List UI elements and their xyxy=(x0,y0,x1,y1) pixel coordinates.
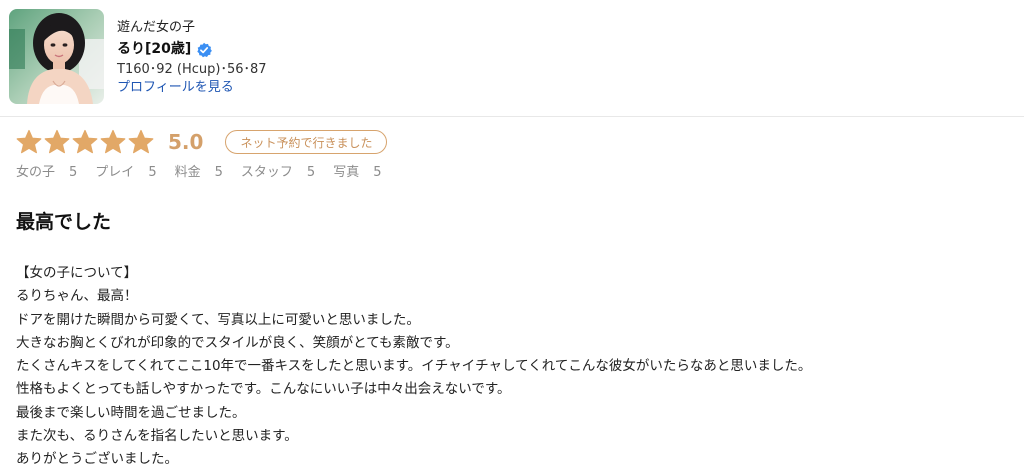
girl-avatar[interactable] xyxy=(9,9,104,104)
category-rating-value: 5 xyxy=(214,165,223,180)
review-line: 大きなお胸とくびれが印象的でスタイルが良く、笑顔がとても素敵です。 xyxy=(16,334,459,351)
category-rating-value: 5 xyxy=(373,165,382,180)
category-rating-label: プレイ xyxy=(95,165,135,180)
category-rating-label: 写真 xyxy=(333,165,360,180)
category-rating-label: スタッフ xyxy=(240,165,293,180)
review-line: また次も、るりさんを指名したいと思います。 xyxy=(16,428,298,445)
category-rating-value: 5 xyxy=(306,165,316,180)
booking-method-badge: ネット予約で行きました xyxy=(225,130,388,154)
review-line: るりちゃん、最高！ xyxy=(16,288,138,305)
avatar-photo xyxy=(9,9,104,104)
girl-name[interactable]: るり[20歳] xyxy=(117,41,191,58)
view-profile-link[interactable]: プロフィールを見る xyxy=(117,80,234,96)
review-line: 性格もよくとっても話しやすかったです。こんなにいい子は中々出会えないです。 xyxy=(16,381,511,398)
girl-measurements: T160･92 (Hcup)･56･87 xyxy=(117,62,267,77)
review-line: 【女の子について】 xyxy=(16,265,138,281)
review-line: たくさんキスをしてくれてここ10年で一番キスをしたと思います。イチャイチャしてく… xyxy=(16,358,812,375)
review-line: ドアを開けた瞬間から可愛くて、写真以上に可愛いと思いました。 xyxy=(16,311,420,328)
girl-name-row: るり[20歳] xyxy=(117,41,213,58)
category-rating: 女の子 5 xyxy=(16,165,77,181)
verified-check-icon xyxy=(196,42,213,58)
reviewed-girl-header: 遊んだ女の子 るり[20歳] T160･92 (Hcup)･56･87 プロフィ… xyxy=(0,0,1024,117)
category-ratings: 女の子 5 プレイ 5 料金 5 スタッフ 5 写真 5 xyxy=(16,165,399,181)
star-icon xyxy=(44,129,70,155)
review-text: 【女の子について】 るりちゃん、最高！ ドアを開けた瞬間から可愛くて、写真以上に可愛… xyxy=(16,262,811,472)
review-line: ありがとうございました。 xyxy=(16,451,178,468)
star-icon xyxy=(100,129,126,155)
category-rating-value: 5 xyxy=(69,165,78,180)
played-girl-label: 遊んだ女の子 xyxy=(117,20,196,35)
review-title: 最高でした xyxy=(16,211,112,233)
category-rating: 写真 5 xyxy=(333,165,381,181)
review-line: 最後まで楽しい時間を過ごせました。 xyxy=(16,404,246,421)
category-rating: プレイ 5 xyxy=(95,165,156,181)
category-rating-label: 女の子 xyxy=(16,165,56,180)
star-icon xyxy=(72,129,98,155)
category-rating: 料金 5 xyxy=(175,165,223,181)
category-rating: スタッフ 5 xyxy=(241,165,315,181)
rating-score: 5.0 xyxy=(168,130,204,154)
category-rating-value: 5 xyxy=(148,165,157,180)
star-icon xyxy=(16,129,42,155)
overall-rating: 5.0 ネット予約で行きました xyxy=(16,128,388,156)
category-rating-label: 料金 xyxy=(174,165,201,180)
star-rating xyxy=(16,129,156,155)
star-icon xyxy=(128,129,154,155)
